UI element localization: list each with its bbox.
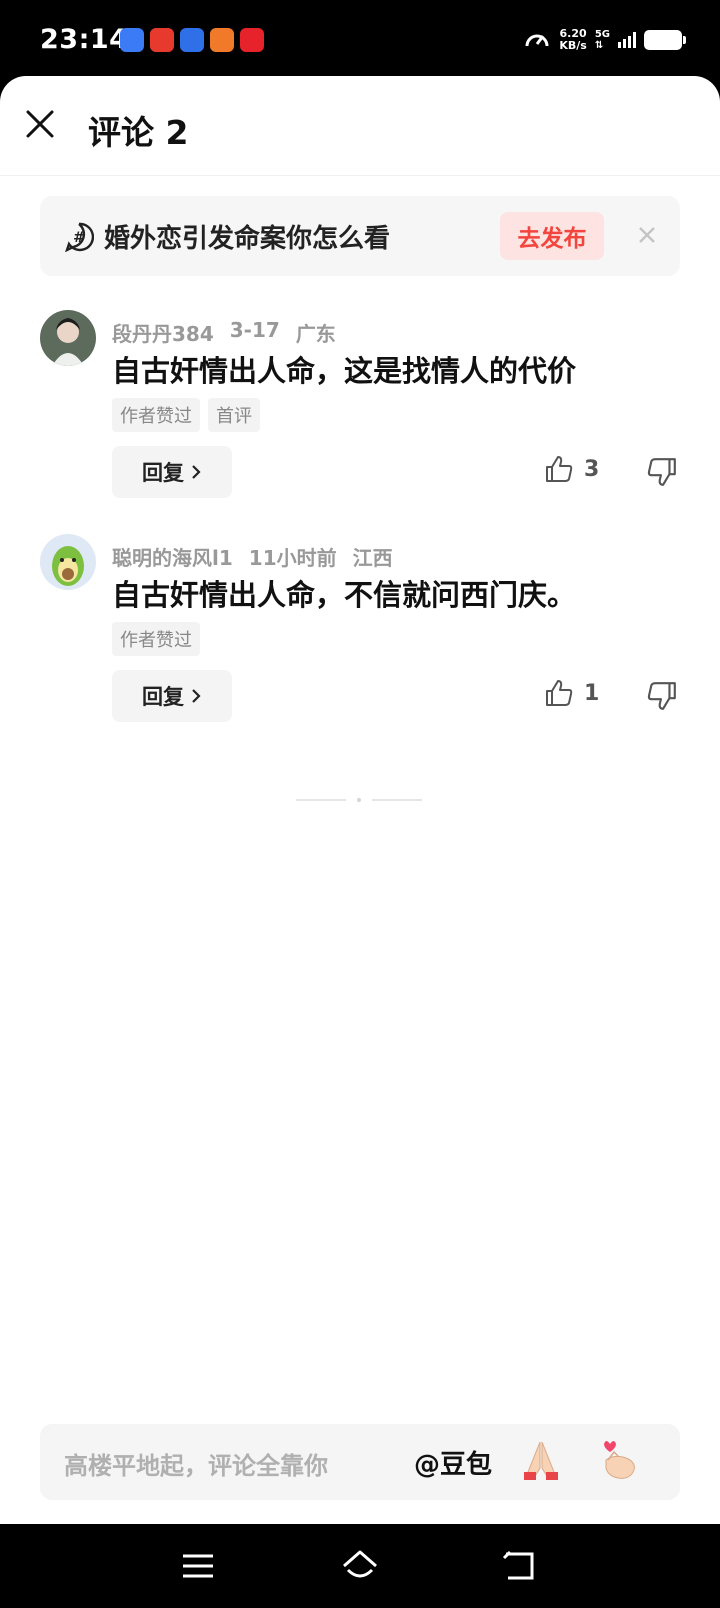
notification-icons: [120, 28, 264, 52]
topic-text: 婚外恋引发命案你怎么看: [104, 224, 391, 254]
network-type: 5G ⇅: [595, 29, 610, 51]
username[interactable]: 段丹丹384: [112, 318, 214, 347]
tag-first-comment: 首评: [208, 398, 260, 432]
comment-item: 段丹丹384 3-17 广东 自古奸情出人命，这是找情人的代价 作者赞过 首评 …: [0, 310, 720, 520]
app-notification-icon: [240, 28, 264, 52]
tag-author-liked: 作者赞过: [112, 622, 200, 656]
comment-meta: 段丹丹384 3-17 广东: [112, 318, 336, 347]
reply-button[interactable]: 回复: [112, 446, 232, 498]
chevron-right-icon: [192, 465, 201, 479]
comment-input[interactable]: 高楼平地起，评论全靠你 @豆包: [40, 1424, 680, 1500]
reply-label: 回复: [142, 461, 184, 485]
app-notification-icon: [180, 28, 204, 52]
thumbs-up-icon: [546, 680, 573, 706]
svg-text:#: #: [73, 230, 85, 246]
page-title: 评论 2: [88, 113, 189, 152]
comment-date: 11小时前: [248, 546, 337, 570]
home-icon[interactable]: [340, 1548, 380, 1584]
signal-icon: [618, 32, 636, 48]
status-time: 23:14: [40, 24, 129, 55]
comments-sheet: 评论 2 # 婚外恋引发命案你怎么看 去发布 段丹丹384 3-17 广东 自古…: [0, 76, 720, 1524]
end-of-list-divider: [296, 798, 422, 802]
chevron-right-icon: [192, 689, 201, 703]
network-speed: 6.20 KB/s: [559, 28, 586, 52]
data-arrows-icon: ⇅: [594, 40, 604, 51]
speedometer-icon: [525, 34, 549, 47]
comment-location: 江西: [352, 546, 393, 570]
status-bar: 23:14 6.20 KB/s 5G ⇅: [0, 0, 720, 78]
finger-heart-emoji-icon[interactable]: [596, 1438, 642, 1484]
network-label: 5G: [594, 29, 610, 40]
banner-close-icon[interactable]: [634, 222, 660, 248]
publish-button[interactable]: 去发布: [500, 212, 604, 260]
comment-meta: 聪明的海风l1 11小时前 江西: [112, 542, 393, 571]
thumbs-up-icon: [546, 456, 573, 482]
app-notification-icon: [210, 28, 234, 52]
thumbs-down-icon[interactable]: [646, 456, 678, 488]
system-nav-bar: [0, 1524, 720, 1608]
app-notification-icon: [150, 28, 174, 52]
comment-text: 自古奸情出人命，不信就问西门庆。: [112, 578, 577, 612]
reply-label: 回复: [142, 685, 184, 709]
pray-emoji-icon[interactable]: [518, 1438, 564, 1484]
like-count: 1: [584, 680, 600, 706]
tag-author-liked: 作者赞过: [112, 398, 200, 432]
battery-icon: [644, 30, 686, 50]
comment-tags: 作者赞过 首评: [112, 398, 260, 432]
like-count: 3: [584, 456, 600, 482]
comment-input-placeholder: 高楼平地起，评论全靠你: [64, 1452, 328, 1480]
back-icon[interactable]: [500, 1548, 540, 1584]
status-indicators: 6.20 KB/s 5G ⇅: [523, 26, 686, 54]
like-button[interactable]: 1: [544, 678, 599, 708]
mention-doubao-button[interactable]: @豆包: [414, 1444, 492, 1481]
topic-banner[interactable]: # 婚外恋引发命案你怎么看 去发布: [40, 196, 680, 276]
comment-tags: 作者赞过: [112, 622, 200, 656]
reply-button[interactable]: 回复: [112, 670, 232, 722]
comment-date: 3-17: [229, 318, 280, 342]
comment-location: 广东: [295, 322, 336, 346]
comment-text: 自古奸情出人命，这是找情人的代价: [112, 354, 577, 388]
hashtag-icon: #: [65, 222, 94, 252]
comment-item: 聪明的海风l1 11小时前 江西 自古奸情出人命，不信就问西门庆。 作者赞过 回…: [0, 534, 720, 744]
avatar[interactable]: [40, 310, 96, 366]
thumbs-down-icon[interactable]: [646, 680, 678, 712]
menu-icon[interactable]: [178, 1548, 218, 1584]
like-button[interactable]: 3: [544, 454, 599, 484]
close-icon[interactable]: [22, 106, 58, 142]
sheet-header: 评论 2: [0, 76, 720, 176]
username[interactable]: 聪明的海风l1: [112, 542, 233, 571]
app-notification-icon: [120, 28, 144, 52]
avatar[interactable]: [40, 534, 96, 590]
speed-unit: KB/s: [559, 39, 587, 52]
